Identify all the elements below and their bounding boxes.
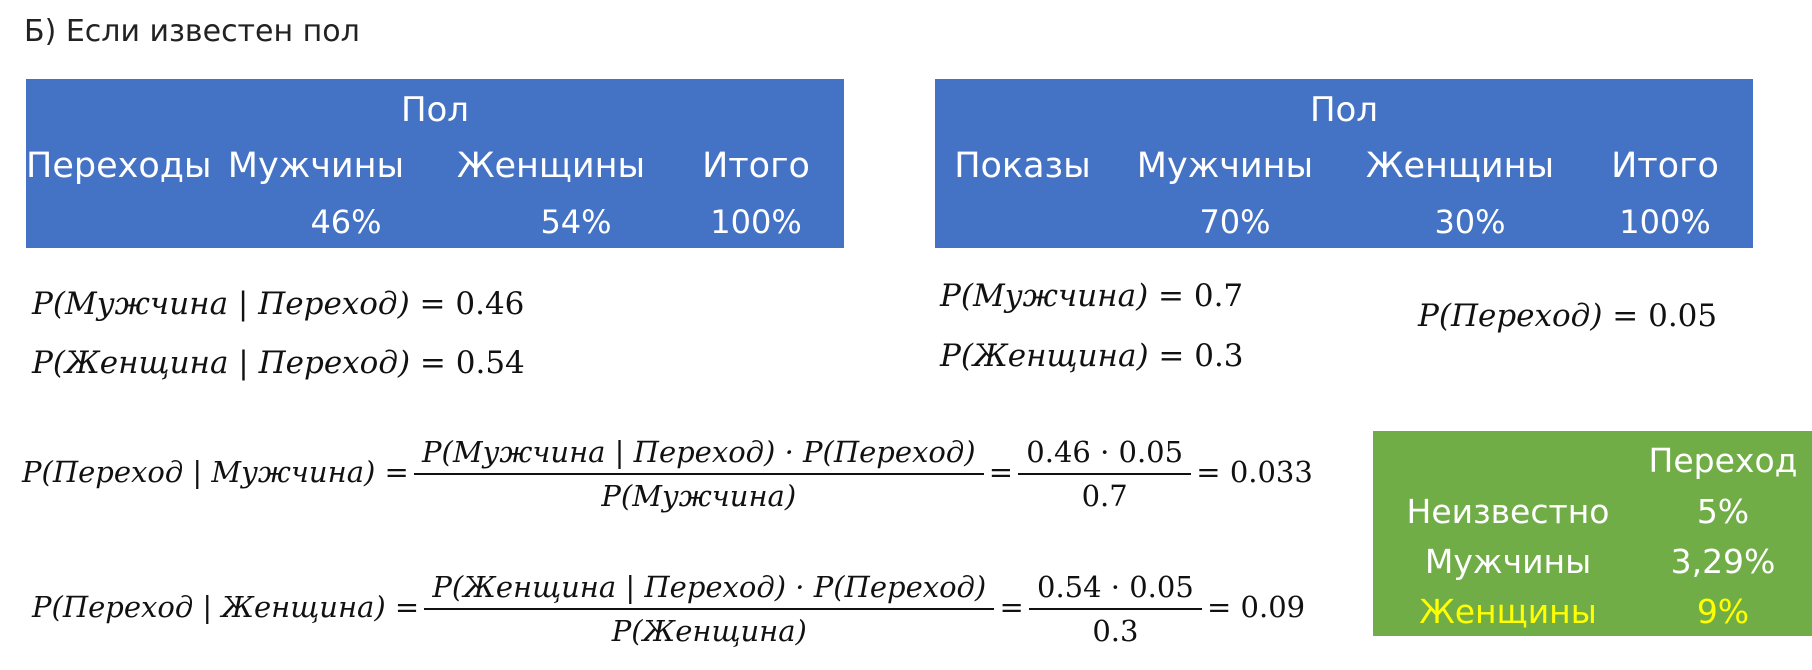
shows-gender-table: Пол Показы Мужчины Женщины Итого 70% 30%… (935, 79, 1753, 248)
summary-row-value-women: 9% (1696, 592, 1750, 631)
bayes-result: = 0.09 (1207, 590, 1306, 624)
formula-lhs: P(Мужчина) (940, 278, 1149, 314)
column-header-men: Мужчины (1136, 146, 1314, 186)
formula-p-woman-given-click: P(Женщина | Переход) = 0.54 (32, 345, 525, 381)
numeric-fraction: 0.46 · 0.05 0.7 (1018, 435, 1192, 513)
value-women: 54% (540, 203, 612, 241)
value-men: 46% (310, 203, 382, 241)
column-header-men: Мужчины (227, 146, 405, 186)
fraction-denominator: 0.3 (1029, 608, 1202, 648)
bayes-lhs: P(Переход | Женщина) = (32, 590, 420, 624)
bayes-lhs: P(Переход | Мужчина) = (22, 455, 409, 489)
table-title: Пол (400, 90, 470, 130)
equals-sign: = (988, 455, 1014, 489)
column-header-women: Женщины (1365, 146, 1555, 186)
value-total: 100% (710, 203, 802, 241)
column-header-total: Итого (702, 146, 810, 186)
formula-rhs: = 0.54 (419, 345, 525, 381)
formula-lhs: P(Женщина | Переход) (32, 345, 411, 381)
numeric-fraction: 0.54 · 0.05 0.3 (1029, 570, 1202, 648)
section-heading: Б) Если известен пол (24, 14, 360, 49)
row-label: Переходы (26, 146, 212, 186)
column-header-women: Женщины (456, 146, 646, 186)
bayes-fraction: P(Мужчина | Переход) · P(Переход) P(Мужч… (414, 435, 984, 513)
formula-lhs: P(Женщина) (940, 338, 1149, 374)
formula-lhs: P(Мужчина | Переход) (32, 286, 410, 322)
fraction-numerator: 0.54 · 0.05 (1037, 570, 1194, 604)
value-total: 100% (1619, 203, 1711, 241)
bayes-formula-women: P(Переход | Женщина) = P(Женщина | Перех… (32, 570, 1305, 648)
bayes-formula-men: P(Переход | Мужчина) = P(Мужчина | Перех… (22, 435, 1313, 513)
clicks-gender-table: Пол Переходы Мужчины Женщины Итого 46% 5… (26, 79, 844, 248)
summary-row-value-men: 3,29% (1670, 542, 1776, 581)
row-label: Показы (954, 146, 1091, 186)
fraction-denominator: 0.7 (1018, 473, 1192, 513)
table-title: Пол (1309, 90, 1379, 130)
fraction-denominator: P(Мужчина) (414, 473, 984, 513)
formula-p-woman: P(Женщина) = 0.3 (940, 338, 1244, 374)
summary-row-label-women: Женщины (1419, 592, 1597, 631)
formula-rhs: = 0.7 (1158, 278, 1244, 314)
column-header-total: Итого (1611, 146, 1719, 186)
fraction-numerator: P(Мужчина | Переход) · P(Переход) (422, 435, 976, 469)
equals-sign: = (999, 590, 1024, 624)
fraction-numerator: P(Женщина | Переход) · P(Переход) (432, 570, 987, 604)
summary-header: Переход (1648, 441, 1798, 480)
formula-p-man-given-click: P(Мужчина | Переход) = 0.46 (32, 286, 524, 322)
value-women: 30% (1434, 203, 1506, 241)
fraction-numerator: 0.46 · 0.05 (1026, 435, 1184, 469)
fraction-denominator: P(Женщина) (424, 608, 995, 648)
bayes-result: = 0.033 (1196, 455, 1313, 489)
conversion-summary-table: Переход Неизвестно 5% Мужчины 3,29% Женщ… (1373, 431, 1812, 636)
bayes-fraction: P(Женщина | Переход) · P(Переход) P(Женщ… (424, 570, 995, 648)
summary-row-value-unknown: 5% (1696, 492, 1750, 531)
formula-rhs: = 0.05 (1612, 298, 1718, 334)
summary-row-label-men: Мужчины (1424, 542, 1592, 581)
formula-lhs: P(Переход) (1418, 298, 1603, 334)
value-men: 70% (1199, 203, 1271, 241)
formula-rhs: = 0.3 (1158, 338, 1244, 374)
formula-rhs: = 0.46 (419, 286, 525, 322)
summary-row-label-unknown: Неизвестно (1406, 492, 1610, 531)
formula-p-click: P(Переход) = 0.05 (1418, 298, 1717, 334)
formula-p-man: P(Мужчина) = 0.7 (940, 278, 1243, 314)
